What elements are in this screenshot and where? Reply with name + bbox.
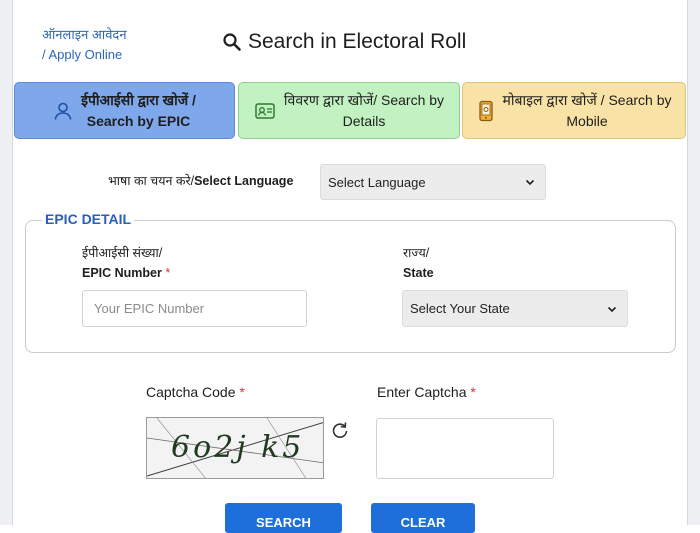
required-mark: * — [165, 266, 171, 280]
captcha-code-label: Captcha Code * — [146, 384, 245, 400]
tab-details-line2: Details — [342, 112, 386, 129]
required-mark: * — [239, 384, 245, 400]
epic-number-label-en: EPIC Number — [82, 266, 162, 280]
page-frame-right — [687, 0, 700, 525]
epic-number-label-hi: ईपीआईसी संख्या/ — [82, 246, 163, 260]
epic-number-placeholder: Your EPIC Number — [94, 301, 205, 316]
select-language-label-en: Select Language — [194, 174, 294, 188]
search-icon — [223, 33, 241, 51]
search-button[interactable]: SEARCH — [225, 503, 342, 533]
apply-online-en: / Apply Online — [42, 47, 123, 62]
chevron-down-icon — [607, 306, 617, 312]
mobile-icon — [478, 100, 493, 121]
refresh-icon[interactable] — [330, 420, 350, 440]
epic-detail-legend: EPIC DETAIL — [42, 211, 135, 227]
page-frame-left — [0, 0, 13, 525]
chevron-down-icon — [525, 179, 535, 186]
tab-epic-line1: ईपीआईसी द्वारा खोजें / — [81, 91, 196, 108]
select-language-label-hi: भाषा का चयन करे/ — [108, 174, 195, 188]
person-icon — [54, 102, 72, 120]
page-title: Search in Electoral Roll — [222, 30, 466, 54]
state-select[interactable]: Select Your State — [402, 290, 628, 327]
epic-detail-box — [25, 220, 676, 353]
select-language-label: भाषा का चयन करे/Select Language — [108, 172, 293, 189]
captcha-image: 6o2j k5 — [146, 417, 324, 479]
clear-button[interactable]: CLEAR — [371, 503, 475, 533]
tab-search-by-epic[interactable]: ईपीआईसी द्वारा खोजें / Search by EPIC — [14, 82, 235, 139]
state-select-value: Select Your State — [410, 301, 510, 316]
captcha-text: 6o2j k5 — [171, 430, 305, 465]
epic-number-input[interactable]: Your EPIC Number — [82, 290, 307, 327]
tab-epic-line2: Search by EPIC — [86, 112, 191, 129]
state-label-hi: राज्य/ — [403, 246, 430, 260]
captcha-input[interactable] — [376, 418, 554, 479]
language-select[interactable]: Select Language — [320, 164, 546, 200]
enter-captcha-label-text: Enter Captcha — [377, 384, 467, 400]
apply-online-hi: ऑनलाइन आवेदन — [42, 27, 127, 42]
tab-search-by-mobile[interactable]: मोबाइल द्वारा खोजें / Search by Mobile — [462, 82, 686, 139]
enter-captcha-label: Enter Captcha * — [377, 384, 476, 400]
state-label: राज्य/ State — [403, 243, 434, 283]
page-title-text: Search in Electoral Roll — [248, 30, 467, 53]
id-card-icon — [255, 102, 275, 119]
tab-search-by-details[interactable]: विवरण द्वारा खोजें/ Search by Details — [238, 82, 460, 139]
state-label-en: State — [403, 266, 434, 280]
language-select-value: Select Language — [328, 174, 426, 190]
apply-online-link[interactable]: ऑनलाइन आवेदन / Apply Online — [42, 25, 127, 65]
tab-mobile-line2: Mobile — [566, 112, 608, 129]
epic-number-label: ईपीआईसी संख्या/ EPIC Number * — [82, 243, 170, 283]
tab-details-line1: विवरण द्वारा खोजें/ Search by — [283, 91, 445, 108]
tab-mobile-line1: मोबाइल द्वारा खोजें / Search by — [502, 91, 672, 108]
captcha-code-label-text: Captcha Code — [146, 384, 236, 400]
required-mark: * — [470, 384, 476, 400]
